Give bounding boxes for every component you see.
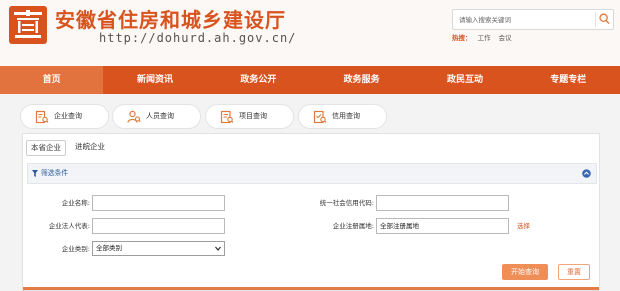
hot-search-words: 热搜： 工作 会议	[452, 32, 518, 42]
tab-local-enterprises[interactable]: 本省企业	[26, 140, 66, 156]
nav-item-government-affairs[interactable]: 政务公开	[207, 66, 310, 94]
credit-code-label: 统一社会信用代码:	[319, 199, 374, 207]
site-title[interactable]: 安徽省住房和城乡建设厅	[55, 4, 286, 33]
start-search-button[interactable]: 开始查询	[502, 264, 548, 280]
person-query-button[interactable]: 人员查询	[112, 104, 201, 129]
enterprise-query-label: 企业查询	[54, 112, 82, 120]
search-icon	[599, 13, 610, 25]
nav-item-interaction[interactable]: 政民互动	[413, 66, 516, 94]
main-nav: 首页 新闻资讯 政务公开 政务服务 政民互动 专题专栏	[0, 66, 620, 94]
funnel-icon	[32, 170, 38, 177]
registration-place-label: 企业注册属地:	[332, 222, 374, 230]
legal-representative-label: 企业法人代表:	[48, 222, 90, 230]
project-query-button[interactable]: 项目查询	[205, 104, 294, 129]
nav-item-special-topics[interactable]: 专题专栏	[517, 66, 620, 94]
building-search-icon	[35, 110, 49, 124]
search-box	[452, 9, 614, 30]
reset-button[interactable]: 重置	[558, 264, 590, 280]
site-logo[interactable]	[9, 6, 47, 44]
tab-external-enterprises[interactable]: 进皖企业	[71, 140, 109, 156]
nav-item-news[interactable]: 新闻资讯	[103, 66, 206, 94]
credit-query-button[interactable]: 信用查询	[298, 104, 387, 129]
choose-registration-place-link[interactable]: 选择	[517, 218, 530, 234]
chevron-down-icon	[215, 246, 221, 251]
query-panel: 本省企业 进皖企业 筛选条件 企业名称: 统一社会信用代码: 企业法人代表: 企…	[22, 133, 600, 291]
nav-item-home[interactable]: 首页	[0, 66, 104, 94]
credit-query-label: 信用查询	[332, 112, 360, 120]
company-type-label: 企业类别:	[61, 245, 90, 253]
filter-bar: 筛选条件	[27, 163, 597, 184]
nav-item-government-services[interactable]: 政务服务	[310, 66, 413, 94]
enterprise-query-button[interactable]: 企业查询	[20, 104, 109, 129]
legal-representative-input[interactable]	[92, 218, 225, 234]
search-button[interactable]	[595, 12, 610, 27]
company-type-select[interactable]: 全部类别	[92, 241, 225, 256]
credit-code-input[interactable]	[376, 195, 509, 211]
company-type-value: 全部类别	[96, 244, 122, 252]
project-query-label: 项目查询	[239, 112, 267, 120]
search-input[interactable]	[453, 10, 593, 29]
person-search-icon	[127, 110, 141, 123]
registration-place-field[interactable]: 全部注册属地	[376, 218, 509, 234]
collapse-icon[interactable]	[582, 169, 591, 178]
filter-title: 筛选条件	[41, 169, 69, 177]
site-url: http://dohurd.ah.gov.cn/	[99, 31, 297, 45]
hot-word-link[interactable]: 工作	[478, 34, 491, 42]
document-search-icon	[220, 110, 234, 124]
building-logo-icon	[14, 10, 42, 38]
hot-search-label: 热搜：	[452, 34, 472, 42]
company-name-input[interactable]	[92, 195, 225, 211]
credit-search-icon	[313, 110, 327, 124]
hot-word-link[interactable]: 会议	[499, 34, 512, 42]
company-name-label: 企业名称:	[61, 199, 90, 207]
person-query-label: 人员查询	[146, 112, 174, 120]
panel-divider	[23, 287, 599, 290]
site-header: 安徽省住房和城乡建设厅 http://dohurd.ah.gov.cn/ 热搜：…	[0, 0, 620, 66]
